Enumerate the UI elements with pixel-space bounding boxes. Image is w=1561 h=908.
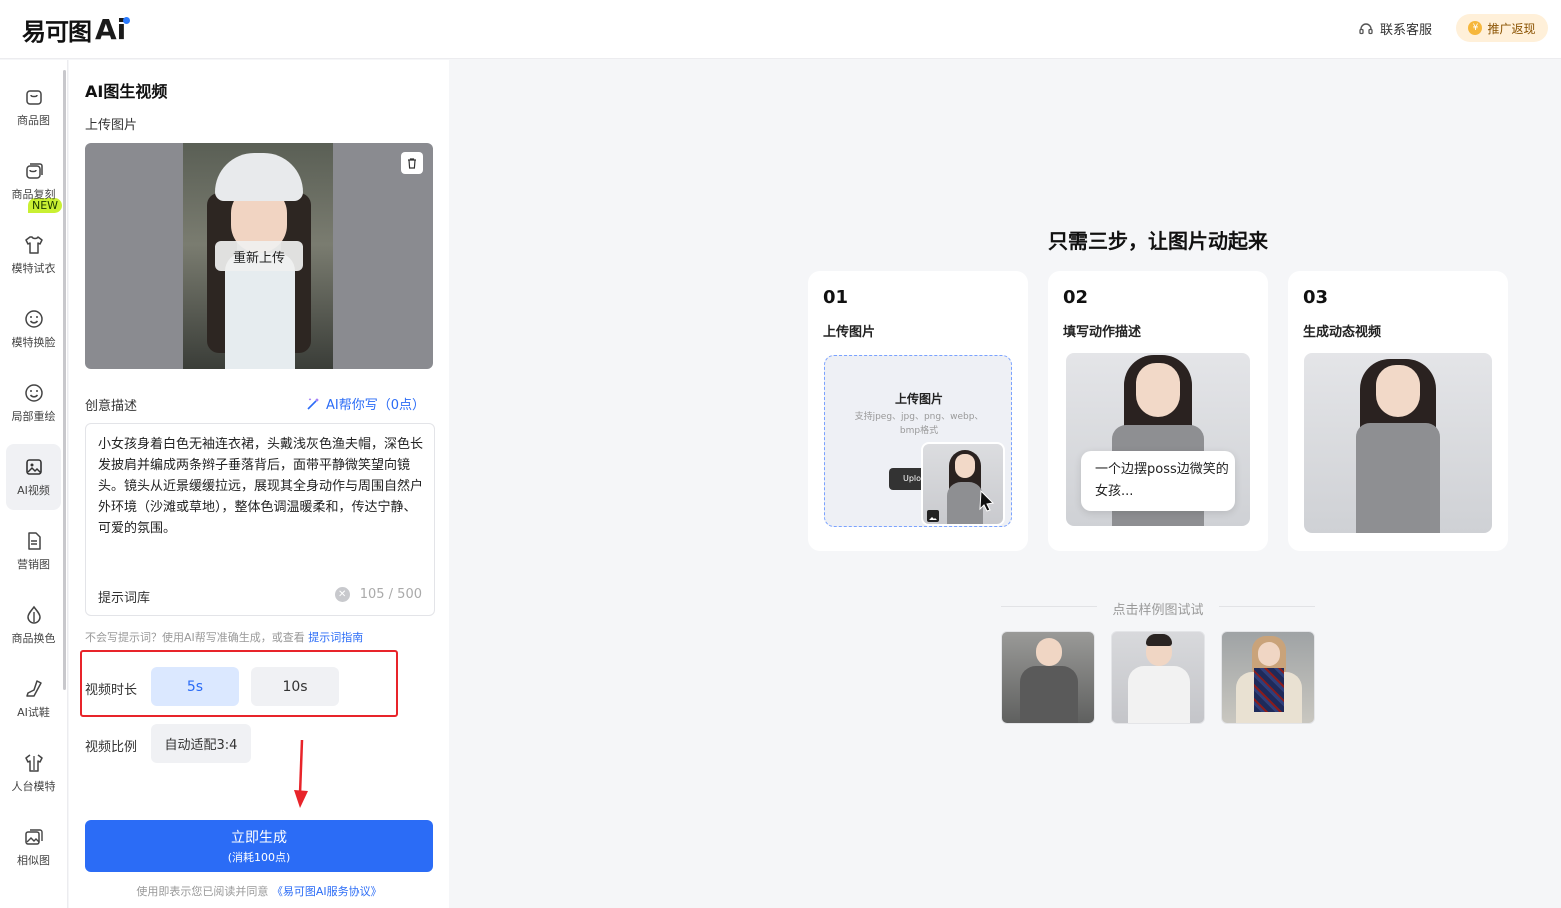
sidebar-scrollbar[interactable] (63, 70, 66, 690)
delete-image-button[interactable] (401, 152, 423, 174)
reupload-button[interactable]: 重新上传 (215, 241, 303, 271)
sidebar-item-ai-video[interactable]: AI视频 (6, 444, 61, 510)
step-number: 02 (1063, 287, 1089, 308)
step-card-3: 03 生成动态视频 (1288, 271, 1508, 551)
top-header: 易可图 Ai 联系客服 ¥ 推广返现 (0, 0, 1561, 59)
step-card-2: 02 填写动作描述 一个边摆poss边微笑的女孩... (1048, 271, 1268, 551)
sidebar-item-label: AI视频 (17, 484, 50, 497)
sidebar-item-recolor[interactable]: 商品换色 (6, 592, 61, 658)
duration-option-10s[interactable]: 10s (251, 667, 339, 706)
generate-cost: (消耗100点) (227, 851, 291, 864)
sample-label: 点击样例图试试 (1112, 603, 1204, 618)
char-counter: ✕ 105 / 500 (334, 587, 422, 602)
prompt-library-link[interactable]: 提示词库 (98, 587, 150, 606)
upload-label: 上传图片 (85, 118, 138, 133)
document-icon (27, 532, 41, 550)
sidebar-item-mannequin[interactable]: 人台模特 (6, 740, 61, 806)
sidebar-item-label: 相似图 (17, 854, 50, 867)
sample-image-1[interactable] (1001, 631, 1095, 724)
sidebar-item-face-swap[interactable]: 模特换脸 (6, 296, 61, 362)
logo-ai-mark: Ai (95, 13, 131, 46)
ratio-option[interactable]: 自动适配3:4 (151, 724, 251, 763)
trash-icon (408, 158, 416, 169)
sidebar-item-label: 模特换脸 (11, 336, 56, 349)
shirt-icon (24, 236, 43, 254)
ai-write-label: AI帮你写（0点） (326, 398, 425, 413)
bag-icon (25, 90, 42, 105)
sidebar-item-label: 商品换色 (11, 632, 56, 645)
copy-bag-icon (25, 163, 43, 179)
mini-model-photo (921, 442, 1005, 526)
step-name: 上传图片 (823, 325, 876, 340)
sidebar-item-shoe-tryon[interactable]: AI试鞋 (6, 666, 61, 732)
prompt-hint: 不会写提示词？使用AI帮写准确生成，或查看 提示词指南 (85, 631, 364, 644)
agreement-text: 使用即表示您已阅读并同意 《易可图AI服务协议》 (136, 885, 382, 898)
step-number: 03 (1303, 287, 1329, 308)
sidebar-item-label: 营销图 (17, 558, 50, 571)
image-icon (927, 510, 939, 522)
promote-label: 推广返现 (1487, 21, 1536, 36)
mannequin-icon (24, 754, 43, 772)
generate-label: 立即生成 (231, 830, 287, 846)
duration-option-5s[interactable]: 5s (151, 667, 239, 706)
description-text[interactable]: 小女孩身着白色无袖连衣裙，头戴浅灰色渔夫帽，深色长发披肩并编成两条辫子垂落背后，… (98, 434, 424, 539)
generate-button[interactable]: 立即生成 (消耗100点) (85, 820, 433, 872)
face-edit-icon (24, 384, 43, 402)
face-icon (24, 310, 43, 328)
sidebar-item-product-image[interactable]: 商品图 (6, 74, 61, 140)
sidebar-item-label: 模特试衣 (11, 262, 56, 275)
logo-text: 易可图 (22, 18, 92, 46)
panel-title: AI图生视频 (85, 82, 168, 101)
cursor-icon (979, 490, 995, 512)
steps-title: 只需三步，让图片动起来 (1048, 229, 1268, 253)
sidebar-item-product-replica[interactable]: 商品复刻 (6, 148, 61, 214)
mini-upload-formats: 支持jpeg、jpg、png、webp、bmp格式 (854, 412, 984, 436)
coin-icon: ¥ (1468, 21, 1483, 35)
sidebar-item-inpaint[interactable]: 局部重绘 (6, 370, 61, 436)
ratio-label: 视频比例 (85, 740, 138, 755)
sidebar-nav: 商品图 NEW 商品复刻 模特试衣 模特换脸 局部重绘 AI视频 营销图 商品换… (0, 60, 68, 908)
logo[interactable]: 易可图 Ai (22, 12, 131, 47)
contact-support-link[interactable]: 联系客服 (1358, 19, 1432, 38)
prompt-guide-link[interactable]: 提示词指南 (308, 631, 363, 644)
sample-image-2[interactable] (1111, 631, 1205, 724)
settings-panel: AI图生视频 上传图片 重新上传 创意描述 AI帮你写（0点） 小女孩身着白色无… (69, 60, 449, 908)
service-agreement-link[interactable]: 《易可图AI服务协议》 (272, 885, 382, 898)
sidebar-item-label: 商品图 (17, 114, 50, 127)
sidebar-item-label: 局部重绘 (11, 410, 56, 423)
sample-image-3[interactable] (1221, 631, 1315, 724)
promote-cashback-button[interactable]: ¥ 推广返现 (1456, 14, 1548, 42)
sidebar-item-model-tryon[interactable]: 模特试衣 (6, 222, 61, 288)
red-arrow-icon (294, 740, 308, 808)
headset-icon (1359, 22, 1373, 34)
model-photo (1304, 353, 1492, 533)
char-count-text: 105 / 500 (359, 587, 422, 602)
sidebar-item-marketing[interactable]: 营销图 (6, 518, 61, 584)
drop-icon (26, 605, 41, 624)
upload-illustration: 上传图片 支持jpeg、jpg、png、webp、bmp格式 Uplo (824, 355, 1012, 527)
ai-write-button[interactable]: AI帮你写（0点） (305, 394, 425, 413)
uploaded-image-preview[interactable]: 重新上传 (85, 143, 433, 369)
action-description-bubble: 一个边摆poss边微笑的女孩... (1081, 451, 1235, 511)
shoe-icon (25, 680, 42, 697)
description-label: 创意描述 (85, 399, 138, 414)
sidebar-item-label: AI试鞋 (17, 706, 50, 719)
step-name: 生成动态视频 (1303, 325, 1382, 340)
step-name: 填写动作描述 (1063, 325, 1142, 340)
magic-wand-icon (307, 397, 319, 410)
duration-label: 视频时长 (85, 683, 138, 698)
sidebar-item-similar[interactable]: 相似图 (6, 814, 61, 880)
video-icon (25, 459, 42, 475)
sidebar-item-label: 商品复刻 (11, 188, 56, 201)
contact-label: 联系客服 (1380, 23, 1433, 38)
mini-upload-title: 上传图片 (894, 392, 943, 406)
description-textarea[interactable]: 小女孩身着白色无袖连衣裙，头戴浅灰色渔夫帽，深色长发披肩并编成两条辫子垂落背后，… (85, 423, 435, 616)
step-number: 01 (823, 287, 849, 308)
step-card-1: 01 上传图片 上传图片 支持jpeg、jpg、png、webp、bmp格式 U… (808, 271, 1028, 551)
images-icon (24, 829, 43, 845)
clear-icon[interactable]: ✕ (334, 587, 350, 602)
sidebar-item-label: 人台模特 (11, 780, 56, 793)
